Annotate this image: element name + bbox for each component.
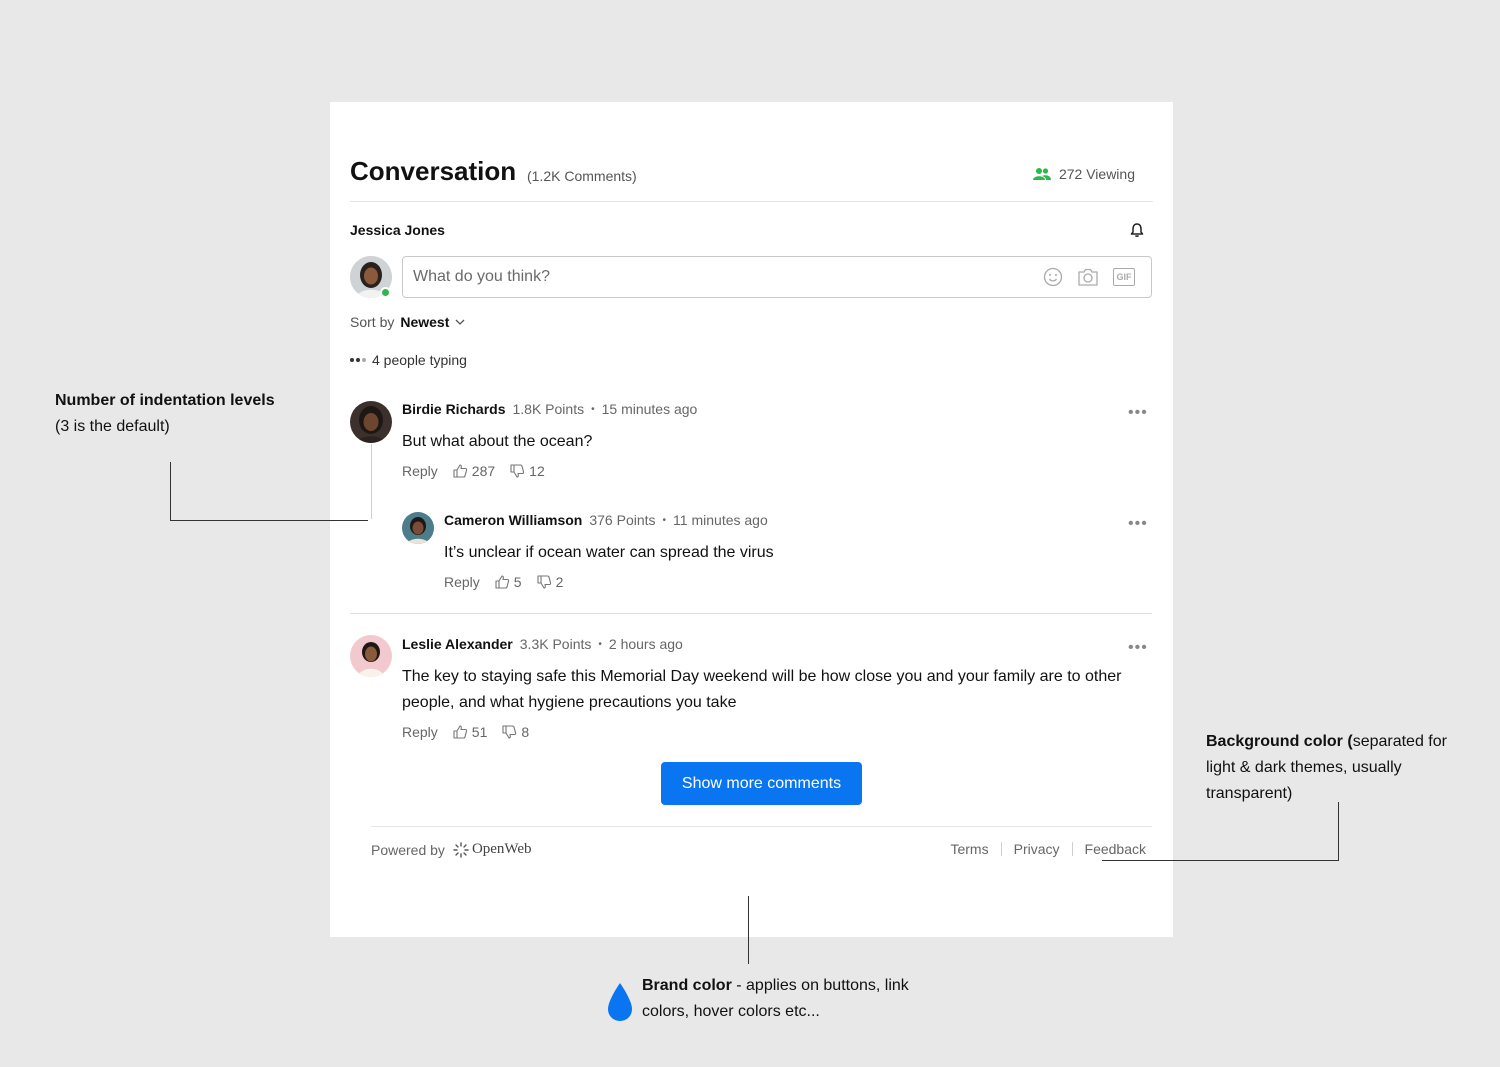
conversation-header: Conversation (1.2K Comments) 272 Viewing: [350, 156, 1153, 202]
thumbs-up-icon: [495, 575, 509, 589]
like-count: 287: [471, 463, 496, 479]
comment-points: 3.3K Points: [519, 636, 592, 652]
callout-line: [1338, 802, 1339, 861]
meta-separator: •: [591, 403, 595, 415]
annotation-title: Number of indentation levels: [55, 392, 275, 409]
comment-points: 376 Points: [589, 512, 656, 528]
link-divider: [1000, 842, 1002, 856]
like-button[interactable]: 5: [494, 574, 522, 590]
brand-color-drop-icon: [608, 983, 632, 1021]
reply-button[interactable]: Reply: [444, 574, 480, 590]
composer-tools: GIF: [1043, 267, 1135, 287]
openweb-logo-icon: [453, 841, 469, 858]
thread-divider: [350, 613, 1152, 614]
reply-button[interactable]: Reply: [402, 463, 438, 479]
dislike-count: 12: [529, 463, 545, 479]
comment-author[interactable]: Cameron Williamson: [444, 512, 582, 528]
comment-time: 15 minutes ago: [601, 401, 698, 417]
feedback-link[interactable]: Feedback: [1085, 841, 1146, 857]
comment-composer[interactable]: GIF: [402, 256, 1152, 298]
comment-text: It’s unclear if ocean water can spread t…: [444, 544, 774, 561]
emoji-icon[interactable]: [1043, 267, 1063, 287]
online-status-dot: [380, 287, 391, 298]
sort-label: Sort by: [350, 314, 395, 330]
reply-comment: Cameron Williamson 376 Points • 11 minut…: [444, 510, 1104, 590]
dislike-count: 8: [521, 724, 530, 740]
thumbs-down-icon: [537, 575, 551, 589]
comment: Birdie Richards 1.8K Points • 15 minutes…: [402, 399, 1102, 479]
thumbs-up-icon: [453, 464, 467, 478]
typing-dots-icon: [350, 358, 366, 362]
link-divider: [1071, 842, 1073, 856]
comment-time: 2 hours ago: [608, 636, 683, 652]
powered-by: Powered by OpenWeb: [371, 841, 532, 858]
more-options-icon[interactable]: •••: [1128, 639, 1148, 657]
dislike-count: 2: [555, 574, 564, 590]
callout-line: [170, 462, 171, 521]
chevron-down-icon: [455, 319, 465, 325]
like-button[interactable]: 51: [452, 724, 488, 740]
widget-footer: Powered by OpenWeb Terms Privacy Feedbac…: [371, 826, 1152, 866]
annotation-title: Background color (: [1206, 733, 1353, 750]
comment-time: 11 minutes ago: [673, 512, 768, 528]
conversation-title: Conversation: [350, 156, 517, 186]
callout-line: [1102, 860, 1339, 861]
comment: Leslie Alexander 3.3K Points • 2 hours a…: [402, 634, 1122, 740]
terms-link[interactable]: Terms: [950, 841, 988, 857]
like-count: 5: [513, 574, 522, 590]
comment-text: The key to staying safe this Memorial Da…: [402, 668, 1122, 711]
meta-separator: •: [662, 514, 667, 526]
viewing-indicator: 272 Viewing: [1032, 166, 1135, 182]
dislike-button[interactable]: 8: [501, 724, 529, 740]
reply-button[interactable]: Reply: [402, 724, 438, 740]
comment-avatar[interactable]: [402, 512, 434, 544]
typing-text: 4 people typing: [372, 352, 467, 368]
comment-points: 1.8K Points: [512, 401, 585, 417]
typing-indicator: 4 people typing: [350, 352, 467, 368]
camera-icon[interactable]: [1077, 267, 1099, 287]
dislike-button[interactable]: 12: [509, 463, 545, 479]
brand-annotation: Brand color - applies on buttons, link c…: [642, 973, 912, 1025]
current-user-name: Jessica Jones: [350, 222, 445, 238]
comment-avatar[interactable]: [350, 401, 392, 443]
comment-text: But what about the ocean?: [402, 433, 593, 450]
annotation-title: Brand color: [642, 977, 732, 994]
conversation-widget: Conversation (1.2K Comments) 272 Viewing…: [330, 102, 1173, 937]
annotation-detail: (3 is the default): [55, 418, 170, 435]
meta-separator: •: [598, 638, 602, 650]
sort-dropdown[interactable]: Sort by Newest: [350, 314, 465, 330]
indentation-annotation: Number of indentation levels (3 is the d…: [55, 388, 315, 440]
thumbs-down-icon: [502, 725, 517, 739]
privacy-link[interactable]: Privacy: [1014, 841, 1060, 857]
more-options-icon[interactable]: •••: [1128, 404, 1148, 422]
powered-by-label: Powered by: [371, 841, 445, 858]
comment-count: (1.2K Comments): [527, 168, 637, 184]
comment-author[interactable]: Birdie Richards: [402, 401, 505, 417]
sort-value: Newest: [400, 314, 450, 330]
like-button[interactable]: 287: [452, 463, 495, 479]
thumbs-down-icon: [510, 464, 525, 478]
more-options-icon[interactable]: •••: [1128, 515, 1148, 533]
notifications-bell-icon[interactable]: [1129, 222, 1145, 243]
comment-author[interactable]: Leslie Alexander: [402, 636, 513, 652]
comment-input[interactable]: [413, 265, 993, 289]
dislike-button[interactable]: 2: [536, 574, 564, 590]
comment-avatar[interactable]: [350, 635, 392, 677]
like-count: 51: [471, 724, 488, 740]
users-icon: [1032, 168, 1051, 180]
thread-indent-line: [371, 444, 372, 519]
background-annotation: Background color (separated for light & …: [1206, 729, 1466, 807]
openweb-logo[interactable]: OpenWeb: [453, 841, 532, 858]
callout-line: [748, 896, 749, 964]
openweb-logo-text: OpenWeb: [471, 841, 532, 857]
thumbs-up-icon: [453, 725, 467, 739]
viewing-count: 272 Viewing: [1058, 166, 1135, 182]
gif-icon[interactable]: GIF: [1113, 268, 1135, 286]
show-more-comments-button[interactable]: Show more comments: [661, 762, 862, 805]
callout-line: [170, 520, 368, 521]
footer-links: Terms Privacy Feedback: [950, 841, 1146, 857]
